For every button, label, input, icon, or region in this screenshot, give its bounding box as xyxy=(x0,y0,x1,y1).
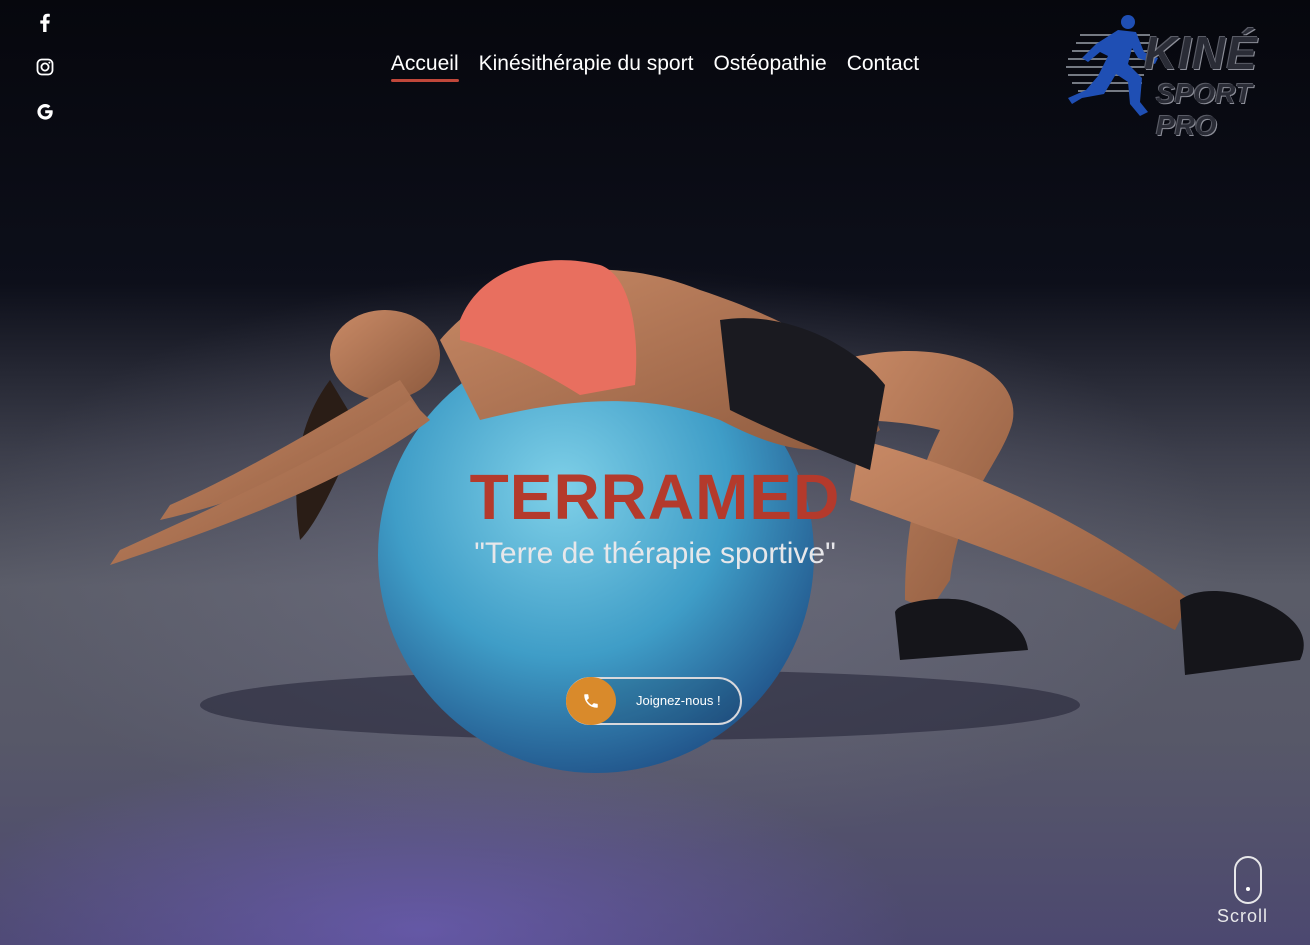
phone-icon xyxy=(566,677,616,725)
scroll-indicator[interactable]: Scroll xyxy=(1214,856,1284,931)
join-us-label: Joignez-nous ! xyxy=(636,693,721,708)
nav-item-osteopathie[interactable]: Ostéopathie xyxy=(713,52,826,80)
hero-tagline: "Terre de thérapie sportive" xyxy=(474,537,836,570)
join-us-button[interactable]: Joignez-nous ! xyxy=(566,677,742,725)
mouse-wheel-dot xyxy=(1246,887,1250,891)
site-logo[interactable]: KINÉ SPORT PRO xyxy=(1058,12,1288,141)
facebook-icon xyxy=(40,13,50,33)
nav-item-kinesitherapie[interactable]: Kinésithérapie du sport xyxy=(479,52,694,80)
facebook-link[interactable] xyxy=(30,8,60,38)
mouse-icon xyxy=(1234,856,1262,904)
google-icon xyxy=(37,104,53,120)
hero-section: Accueil Kinésithérapie du sport Ostéopat… xyxy=(0,0,1310,945)
hero-title: TERRAMED xyxy=(469,461,841,533)
google-link[interactable] xyxy=(30,96,60,126)
nav-item-contact[interactable]: Contact xyxy=(847,52,919,80)
nav-item-accueil[interactable]: Accueil xyxy=(390,52,459,82)
logo-line-2: SPORT PRO xyxy=(1156,78,1252,141)
scroll-label: Scroll xyxy=(1217,906,1269,926)
logo-line-1: KINÉ xyxy=(1144,27,1258,79)
